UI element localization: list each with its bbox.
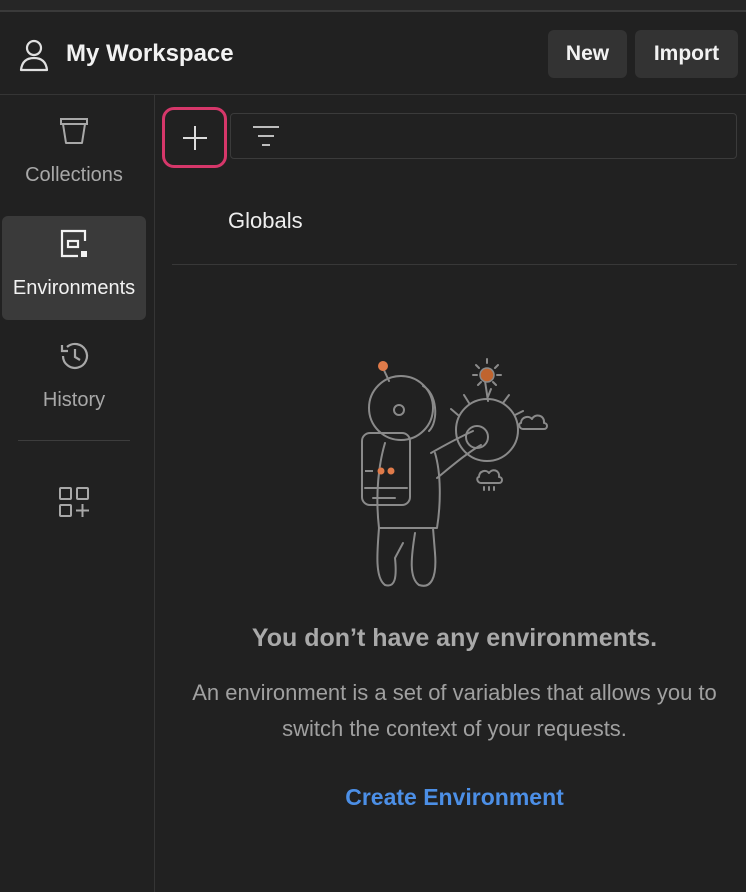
sidebar-divider <box>18 440 130 441</box>
sidebar-item-label: Environments <box>12 277 136 299</box>
workspace-title[interactable]: My Workspace <box>66 38 234 70</box>
sidebar-item-label: History <box>42 389 106 411</box>
empty-state-description: An environment is a set of variables tha… <box>192 680 717 741</box>
globals-label: Globals <box>228 208 303 233</box>
sidebar-item-label: Collections <box>25 164 123 186</box>
sidebar-item-collections[interactable]: Collections <box>2 103 146 207</box>
filter-input[interactable] <box>230 113 737 159</box>
workspace-header: My Workspace New Import <box>0 14 746 95</box>
plus-icon <box>183 126 207 150</box>
user-icon[interactable] <box>18 38 50 72</box>
environments-panel: Globals You don’t have any environments.… <box>155 95 746 892</box>
astronaut-illustration <box>361 358 548 587</box>
create-environment-link[interactable]: Create Environment <box>155 781 746 813</box>
filter-icon <box>253 126 279 146</box>
app-window: My Workspace New Import Collections Envi… <box>0 0 746 892</box>
new-button[interactable]: New <box>548 30 627 78</box>
sidebar-item-environments[interactable]: Environments <box>2 216 146 320</box>
history-icon <box>60 342 89 369</box>
sidebar-item-history[interactable]: History <box>2 328 146 432</box>
globals-item[interactable]: Globals <box>172 195 737 265</box>
window-top-edge <box>0 0 746 12</box>
sidebar: Collections Environments History <box>0 95 155 892</box>
add-environment-button[interactable] <box>162 107 227 168</box>
add-widget-icon[interactable] <box>58 486 90 518</box>
import-button[interactable]: Import <box>635 30 738 78</box>
environments-icon <box>60 229 87 258</box>
collections-icon <box>60 118 88 144</box>
empty-state-title: You don’t have any environments. <box>251 624 658 652</box>
